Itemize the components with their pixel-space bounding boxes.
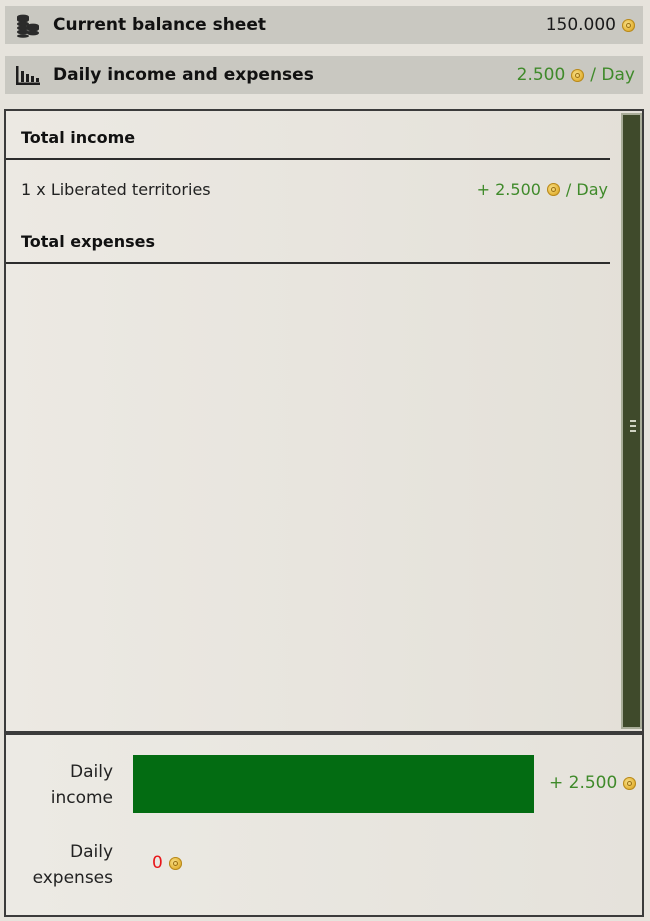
daily-income-bar <box>133 755 534 813</box>
daily-per: / Day <box>590 65 635 85</box>
summary-panel: Daily income + 2.500 Daily expenses 0 <box>4 733 644 917</box>
daily-income-value: + 2.500 <box>549 773 637 793</box>
expenses-section-title: Total expenses <box>21 232 156 251</box>
balance-amount: 150.000 <box>545 15 616 35</box>
coins-stack-icon <box>15 12 41 38</box>
daily-income-label-line1: Daily <box>69 762 113 782</box>
daily-income-label-line2: income <box>50 788 113 808</box>
coin-icon <box>546 183 560 196</box>
income-item-amount: + 2.500 <box>476 180 541 199</box>
bar-chart-icon <box>15 62 41 88</box>
coin-icon <box>623 776 637 790</box>
breakdown-panel: Total income 1 x Liberated territories +… <box>4 109 644 733</box>
balance-header: Current balance sheet 150.000 <box>5 6 643 44</box>
balance-value: 150.000 <box>546 15 635 35</box>
coin-icon <box>168 856 182 870</box>
daily-expenses-amount: 0 <box>152 853 163 873</box>
income-divider <box>6 158 610 160</box>
daily-income-amount: + 2.500 <box>549 773 618 793</box>
daily-expenses-label-line2: expenses <box>32 868 113 888</box>
daily-expenses-value: 0 <box>152 853 182 873</box>
coin-icon <box>622 18 635 32</box>
income-item-value: + 2.500 / Day <box>477 180 608 199</box>
income-item-per: / Day <box>565 180 608 199</box>
expenses-divider <box>6 262 610 264</box>
daily-income-label: Daily income <box>26 759 113 811</box>
daily-title: Daily income and expenses <box>53 65 314 85</box>
vertical-scrollbar[interactable] <box>621 113 642 729</box>
income-item-label: 1 x Liberated territories <box>21 180 211 199</box>
daily-header: Daily income and expenses 2.500 / Day <box>5 56 643 94</box>
scrollbar-grip-icon[interactable] <box>630 420 636 432</box>
coin-icon <box>571 68 585 82</box>
income-section-title: Total income <box>21 128 136 147</box>
daily-expenses-label: Daily expenses <box>26 839 113 891</box>
balance-title: Current balance sheet <box>53 15 266 35</box>
daily-amount: 2.500 <box>516 65 566 85</box>
daily-expenses-label-line1: Daily <box>69 842 113 862</box>
daily-value: 2.500 / Day <box>517 65 635 85</box>
